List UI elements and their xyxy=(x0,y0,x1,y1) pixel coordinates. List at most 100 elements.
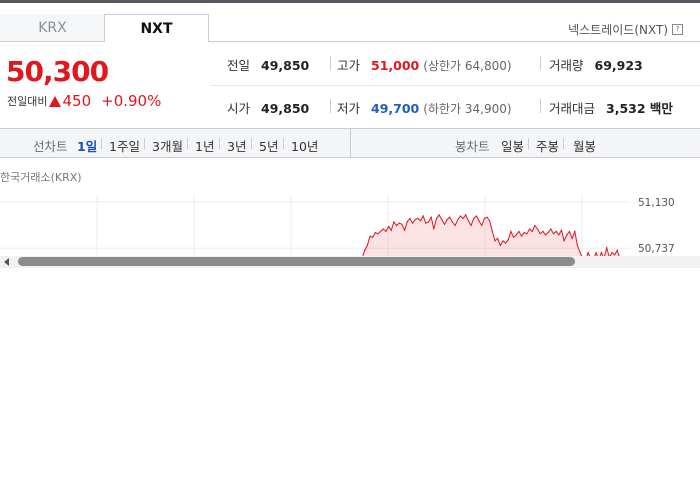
price-point xyxy=(470,224,472,227)
up-triangle-icon xyxy=(49,95,62,107)
stat-low-label: 저가 xyxy=(337,101,361,116)
tab-krx-label: KRX xyxy=(38,19,67,36)
price-point xyxy=(435,217,438,219)
stat-lower-limit: (하한가 34,900) xyxy=(423,102,512,116)
period-bar-divider xyxy=(350,128,351,158)
price-point xyxy=(547,231,549,234)
price-point xyxy=(411,222,414,224)
price-point xyxy=(571,237,573,239)
price-point xyxy=(475,215,477,217)
price-point xyxy=(529,228,531,230)
price-point xyxy=(491,230,493,232)
price-point xyxy=(388,226,390,228)
stat-prev-close-value: 49,850 xyxy=(261,58,310,73)
scroll-left-arrow-icon[interactable] xyxy=(4,258,9,266)
stat-low-value: 49,700 xyxy=(371,101,420,116)
y-tick-label: 51,130 xyxy=(638,197,675,209)
price-point xyxy=(409,217,411,219)
stat-open-label: 시가 xyxy=(227,101,251,116)
price-change-value: 450 xyxy=(62,92,92,110)
price-point xyxy=(499,244,501,247)
price-point xyxy=(531,230,533,232)
price-point xyxy=(544,234,547,236)
price-point xyxy=(427,221,430,223)
price-point xyxy=(510,230,512,232)
stat-prev-close: 전일 49,850 xyxy=(227,55,309,74)
stat-upper-limit: (상한가 64,800) xyxy=(423,59,512,73)
candle-daily[interactable]: 일봉 xyxy=(501,136,524,155)
y-tick-label: 50,737 xyxy=(638,243,675,255)
candle-monthly[interactable]: 월봉 xyxy=(573,136,596,155)
price-point xyxy=(478,220,480,222)
help-icon[interactable]: ? xyxy=(672,24,683,35)
scrollbar-thumb[interactable] xyxy=(18,257,575,266)
stat-high: 고가 51,000 (상한가 64,800) xyxy=(337,55,512,74)
stat-prev-close-label: 전일 xyxy=(227,58,251,73)
tab-nxt[interactable]: NXT xyxy=(104,14,209,42)
price-point xyxy=(422,215,424,217)
price-point xyxy=(419,220,422,222)
price-point xyxy=(438,214,440,216)
price-point xyxy=(579,252,581,254)
stat-volume-value: 69,923 xyxy=(594,58,643,73)
price-point xyxy=(595,252,597,254)
divider xyxy=(187,138,188,149)
price-point xyxy=(497,237,499,239)
price-point xyxy=(393,221,395,223)
price-point xyxy=(587,252,589,254)
period-5y[interactable]: 5년 xyxy=(259,136,278,155)
price-point xyxy=(396,224,398,227)
price-point xyxy=(560,229,563,231)
price-point xyxy=(515,234,517,236)
candle-weekly[interactable]: 주봉 xyxy=(536,136,559,155)
price-point xyxy=(457,219,459,221)
price-point xyxy=(459,215,461,217)
price-point xyxy=(364,249,366,251)
price-point xyxy=(417,217,419,219)
price-point xyxy=(523,231,525,234)
price-point xyxy=(552,233,555,235)
price-point xyxy=(502,240,504,242)
stat-open: 시가 49,850 xyxy=(227,98,309,117)
price-point xyxy=(462,217,464,219)
price-point xyxy=(600,252,603,254)
divider xyxy=(330,99,331,113)
nextrade-label: 넥스트레이드(NXT) xyxy=(568,23,668,37)
divider xyxy=(219,138,220,149)
price-point xyxy=(489,220,491,222)
tab-krx[interactable]: KRX xyxy=(0,14,105,42)
tab-nxt-label: NXT xyxy=(140,20,173,37)
period-3m[interactable]: 3개월 xyxy=(152,136,183,155)
price-point xyxy=(425,222,427,224)
price-change-row: 전일대비 450 +0.90% xyxy=(7,92,161,110)
price-point xyxy=(430,216,432,218)
stat-volume: 거래량 69,923 xyxy=(549,55,643,74)
intraday-price-chart: 51,130 50,737 xyxy=(0,195,675,262)
nextrade-link[interactable]: 넥스트레이드(NXT) ? xyxy=(568,21,683,38)
stat-high-label: 고가 xyxy=(337,58,361,73)
price-point xyxy=(534,224,536,227)
price-point xyxy=(374,231,376,234)
price-point xyxy=(526,233,528,235)
chart-source-label: 한국거래소(KRX) xyxy=(0,171,82,184)
price-point xyxy=(606,247,608,249)
divider xyxy=(144,138,145,149)
price-point xyxy=(366,244,368,247)
price-point xyxy=(398,222,400,224)
price-point xyxy=(507,239,509,241)
price-point xyxy=(574,230,576,232)
candle-chart-label: 봉차트 xyxy=(455,139,490,154)
period-1d[interactable]: 1일 xyxy=(77,136,97,155)
price-point xyxy=(443,223,446,225)
period-10y[interactable]: 10년 xyxy=(291,136,318,155)
period-3y[interactable]: 3년 xyxy=(227,136,246,155)
price-point xyxy=(542,230,544,232)
period-1w[interactable]: 1주일 xyxy=(109,136,140,155)
price-point xyxy=(467,220,469,222)
divider xyxy=(251,138,252,149)
line-chart-label: 선차트 xyxy=(33,139,68,154)
period-1y[interactable]: 1년 xyxy=(195,136,214,155)
price-point xyxy=(433,228,435,230)
price-point xyxy=(401,223,403,225)
price-point xyxy=(404,229,406,231)
